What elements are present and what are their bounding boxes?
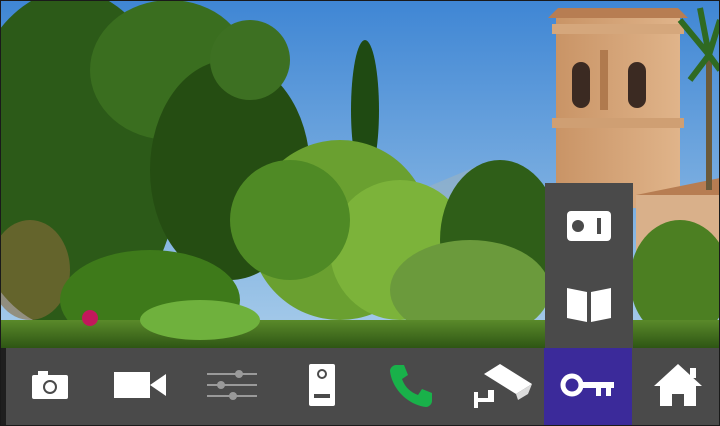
intercom-unit-icon — [565, 209, 613, 247]
intercom-unit-button[interactable] — [545, 187, 633, 269]
call-button[interactable] — [366, 348, 458, 426]
cctv-camera-icon — [470, 360, 534, 414]
video-camera-icon — [112, 370, 168, 404]
record-video-button[interactable] — [94, 348, 186, 426]
door-unlock-button[interactable] — [544, 348, 632, 426]
cctv-button[interactable] — [458, 348, 546, 426]
settings-sliders-icon — [205, 369, 259, 405]
home-button[interactable] — [636, 348, 720, 426]
camera-icon — [30, 369, 70, 405]
settings-button[interactable] — [186, 348, 278, 426]
home-icon — [652, 362, 704, 412]
door-panel-icon — [307, 362, 337, 412]
bottom-toolbar — [6, 348, 720, 426]
side-popup-menu — [545, 183, 633, 348]
phone-icon — [388, 361, 436, 413]
address-book-button[interactable] — [545, 265, 633, 347]
snapshot-button[interactable] — [6, 348, 94, 426]
door-panel-button[interactable] — [278, 348, 366, 426]
key-icon — [560, 371, 616, 403]
intercom-screen — [0, 0, 720, 426]
address-book-icon — [565, 284, 613, 328]
